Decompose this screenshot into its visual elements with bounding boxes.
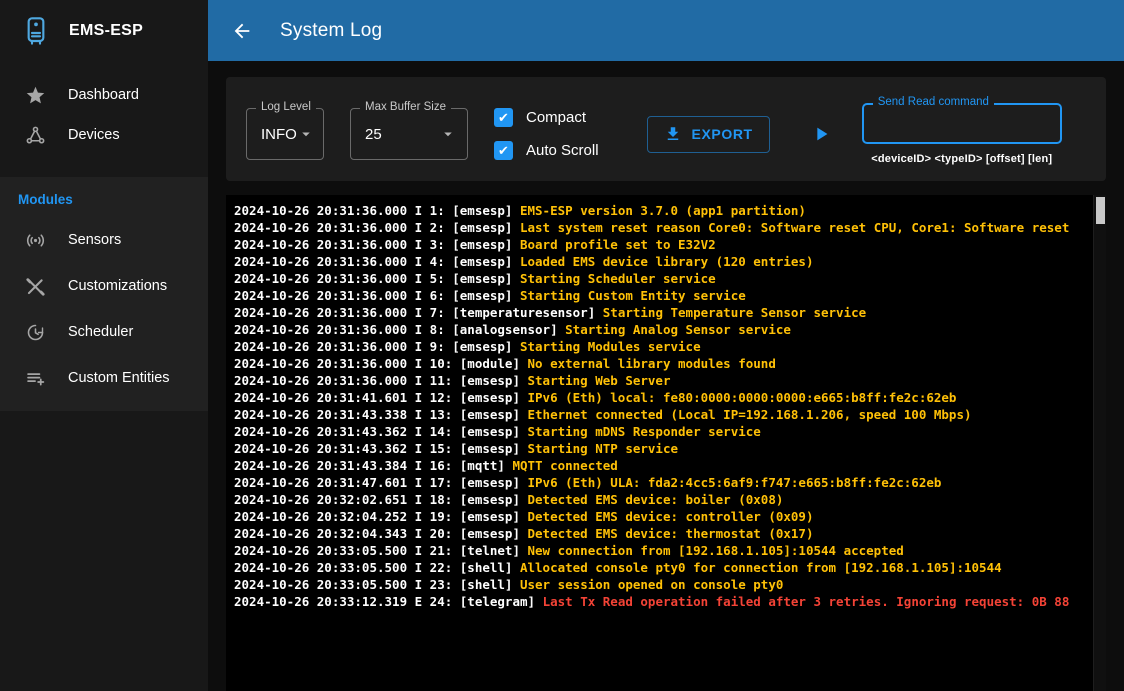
download-icon (664, 125, 682, 143)
playlist-add-icon (24, 367, 46, 389)
log-line: 2024-10-26 20:31:36.000 I 1: [emsesp] EM… (234, 202, 1098, 219)
sidebar-item-dashboard[interactable]: Dashboard (0, 75, 208, 115)
devices-icon (24, 124, 46, 146)
log-line: 2024-10-26 20:31:36.000 I 8: [analogsens… (234, 321, 1098, 338)
main-area: System Log Log Level INFO Max Buffer Siz… (208, 0, 1124, 691)
schedule-icon (24, 321, 46, 343)
sidebar-item-label: Customizations (68, 278, 167, 294)
sensors-icon (24, 229, 46, 251)
sidebar: EMS-ESP Dashboard Devices Modules (0, 0, 208, 691)
back-button[interactable] (228, 17, 256, 45)
log-line: 2024-10-26 20:33:05.500 I 21: [telnet] N… (234, 542, 1098, 559)
scrollbar-thumb[interactable] (1096, 197, 1105, 224)
log-line: 2024-10-26 20:31:36.000 I 10: [module] N… (234, 355, 1098, 372)
log-line: 2024-10-26 20:31:43.384 I 16: [mqtt] MQT… (234, 457, 1098, 474)
sidebar-item-label: Custom Entities (68, 370, 170, 386)
log-line: 2024-10-26 20:32:04.252 I 19: [emsesp] D… (234, 508, 1098, 525)
send-read-helper-text: <deviceID> <typeID> [offset] [len] (871, 153, 1052, 165)
log-line: 2024-10-26 20:31:41.601 I 12: [emsesp] I… (234, 389, 1098, 406)
app-title: EMS-ESP (69, 22, 143, 40)
checkbox-icon[interactable] (494, 141, 513, 160)
sidebar-item-sensors[interactable]: Sensors (0, 217, 208, 263)
scrollbar[interactable] (1093, 195, 1106, 691)
compact-checkbox[interactable]: Compact (494, 108, 599, 127)
export-button-label: EXPORT (692, 126, 753, 142)
log-line: 2024-10-26 20:32:02.651 I 18: [emsesp] D… (234, 491, 1098, 508)
log-lines: 2024-10-26 20:31:36.000 I 1: [emsesp] EM… (226, 195, 1106, 617)
sidebar-item-scheduler[interactable]: Scheduler (0, 309, 208, 355)
page-title: System Log (280, 20, 382, 42)
log-line: 2024-10-26 20:33:05.500 I 22: [shell] Al… (234, 559, 1098, 576)
log-level-select[interactable]: Log Level INFO (246, 108, 324, 160)
chevron-down-icon (439, 125, 457, 143)
log-line: 2024-10-26 20:31:36.000 I 7: [temperatur… (234, 304, 1098, 321)
sidebar-item-label: Dashboard (68, 87, 139, 103)
checkbox-group: Compact Auto Scroll (494, 108, 599, 160)
sidebar-item-label: Sensors (68, 232, 121, 248)
send-read-input[interactable] (864, 105, 1060, 142)
log-line: 2024-10-26 20:31:36.000 I 2: [emsesp] La… (234, 219, 1098, 236)
sidebar-nav: Dashboard Devices (0, 61, 208, 155)
chevron-down-icon (297, 125, 315, 143)
log-line: 2024-10-26 20:31:43.362 I 15: [emsesp] S… (234, 440, 1098, 457)
tools-icon (24, 275, 46, 297)
app-logo-icon (18, 13, 54, 49)
max-buffer-size-label: Max Buffer Size (360, 101, 451, 113)
sidebar-item-custom-entities[interactable]: Custom Entities (0, 355, 208, 401)
send-read-group: Send Read command <deviceID> <typeID> [o… (862, 103, 1062, 165)
star-icon (24, 84, 46, 106)
log-line: 2024-10-26 20:33:12.319 E 24: [telegram]… (234, 593, 1098, 610)
log-line: 2024-10-26 20:31:36.000 I 5: [emsesp] St… (234, 270, 1098, 287)
play-icon (810, 123, 832, 145)
send-button[interactable] (806, 119, 836, 149)
arrow-left-icon (231, 20, 253, 42)
sidebar-header: EMS-ESP (0, 0, 208, 61)
send-read-label: Send Read command (873, 96, 994, 108)
log-level-label: Log Level (256, 101, 316, 113)
export-button[interactable]: EXPORT (647, 116, 770, 153)
log-line: 2024-10-26 20:31:36.000 I 11: [emsesp] S… (234, 372, 1098, 389)
log-level-value: INFO (261, 126, 297, 143)
system-log-output[interactable]: 2024-10-26 20:31:36.000 I 1: [emsesp] EM… (226, 195, 1106, 691)
sidebar-item-devices[interactable]: Devices (0, 115, 208, 155)
compact-label: Compact (526, 109, 586, 126)
log-line: 2024-10-26 20:31:36.000 I 6: [emsesp] St… (234, 287, 1098, 304)
log-line: 2024-10-26 20:31:36.000 I 4: [emsesp] Lo… (234, 253, 1098, 270)
log-line: 2024-10-26 20:33:05.500 I 23: [shell] Us… (234, 576, 1098, 593)
sidebar-item-label: Devices (68, 127, 120, 143)
log-controls-card: Log Level INFO Max Buffer Size 25 Compac… (226, 77, 1106, 181)
log-line: 2024-10-26 20:31:43.362 I 14: [emsesp] S… (234, 423, 1098, 440)
log-line: 2024-10-26 20:31:47.601 I 17: [emsesp] I… (234, 474, 1098, 491)
modules-section: Modules Sensors Customizations (0, 177, 208, 411)
log-line: 2024-10-26 20:31:36.000 I 9: [emsesp] St… (234, 338, 1098, 355)
send-read-field[interactable]: Send Read command (862, 103, 1062, 144)
max-buffer-size-select[interactable]: Max Buffer Size 25 (350, 108, 468, 160)
sidebar-item-label: Scheduler (68, 324, 133, 340)
auto-scroll-checkbox[interactable]: Auto Scroll (494, 141, 599, 160)
log-line: 2024-10-26 20:31:36.000 I 3: [emsesp] Bo… (234, 236, 1098, 253)
auto-scroll-label: Auto Scroll (526, 142, 599, 159)
checkbox-icon[interactable] (494, 108, 513, 127)
sidebar-item-customizations[interactable]: Customizations (0, 263, 208, 309)
modules-section-label: Modules (0, 179, 208, 217)
appbar: System Log (208, 0, 1124, 61)
log-line: 2024-10-26 20:32:04.343 I 20: [emsesp] D… (234, 525, 1098, 542)
max-buffer-size-value: 25 (365, 126, 382, 143)
log-line: 2024-10-26 20:31:43.338 I 13: [emsesp] E… (234, 406, 1098, 423)
content: Log Level INFO Max Buffer Size 25 Compac… (208, 61, 1124, 691)
